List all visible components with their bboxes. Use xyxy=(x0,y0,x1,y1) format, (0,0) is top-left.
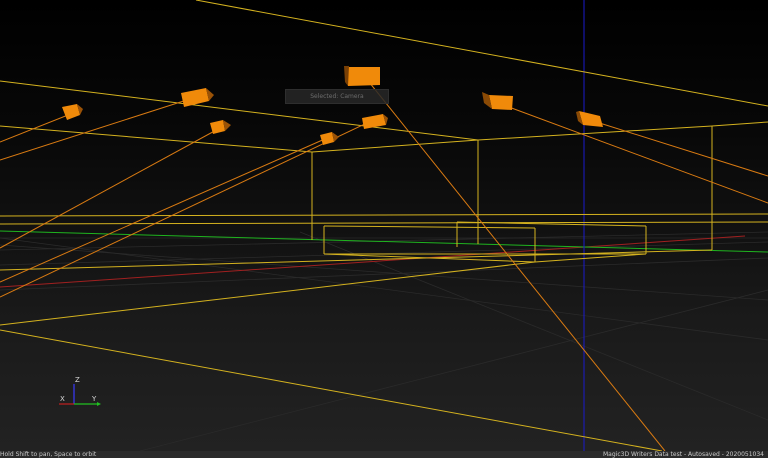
camera-name-label: Selected: Camera xyxy=(285,89,389,104)
camera-7[interactable] xyxy=(482,92,513,110)
gizmo-label-x: X xyxy=(60,395,65,403)
wireframe-volume xyxy=(0,0,768,451)
status-bar: Hold Shift to pan, Space to orbit Magic3… xyxy=(0,451,768,458)
camera-2[interactable] xyxy=(181,88,214,107)
camera-3[interactable] xyxy=(210,120,231,134)
camera-4[interactable] xyxy=(320,132,339,145)
status-hint-text: Hold Shift to pan, Space to orbit xyxy=(0,451,97,458)
gizmo-label-z: Z xyxy=(75,376,80,384)
gizmo-label-y: Y xyxy=(91,395,97,403)
world-axis-y xyxy=(0,230,768,253)
camera-6-selected[interactable] xyxy=(344,66,380,86)
floor-grid xyxy=(0,231,768,451)
camera-1[interactable] xyxy=(62,104,83,120)
camera-5[interactable] xyxy=(362,114,388,129)
scene-canvas[interactable]: Z X Y xyxy=(0,0,768,451)
axes-gizmo: Z X Y xyxy=(59,376,101,406)
3d-viewport[interactable]: Z X Y Selected: Camera xyxy=(0,0,768,451)
status-file-info: Magic3D Writers Data test - Autosaved - … xyxy=(603,451,764,458)
camera-8[interactable] xyxy=(576,111,603,127)
